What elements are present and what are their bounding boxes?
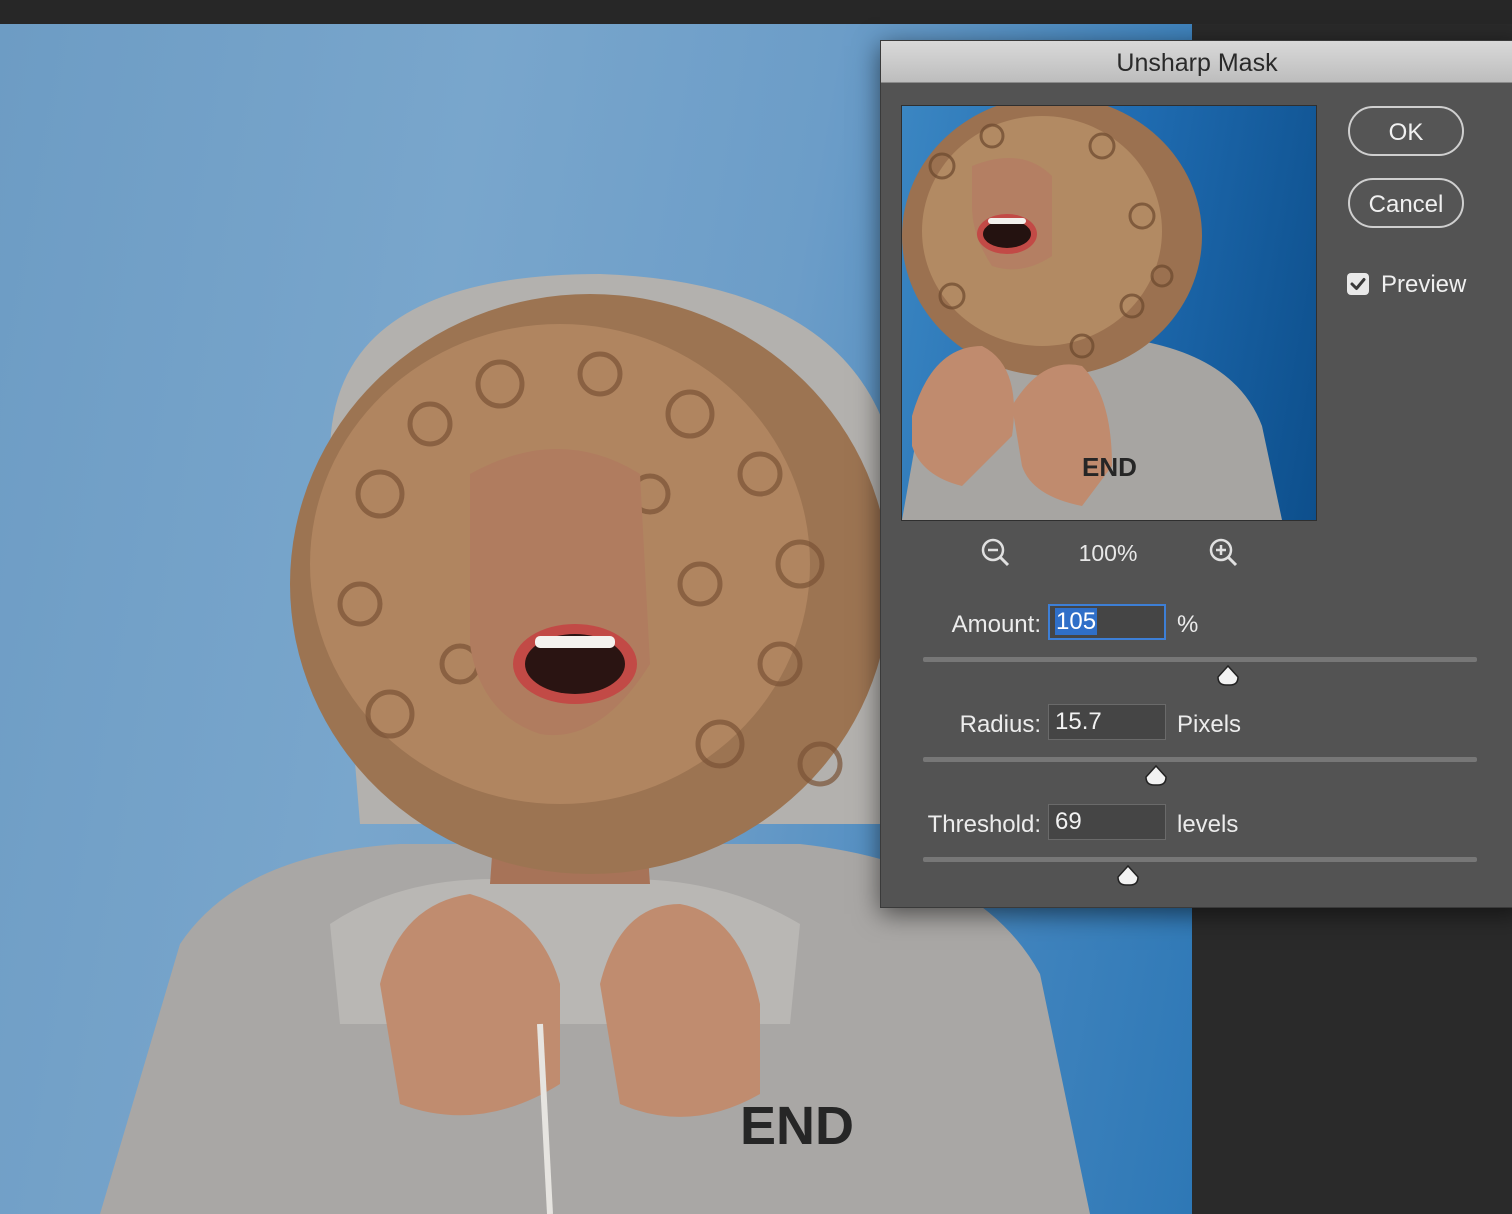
radius-label: Radius:	[959, 711, 1041, 738]
dialog-title: Unsharp Mask	[881, 41, 1512, 83]
amount-unit: %	[1177, 611, 1199, 638]
threshold-input[interactable]: 69	[1048, 804, 1166, 840]
threshold-label: Threshold:	[927, 811, 1041, 838]
amount-slider-track[interactable]	[923, 657, 1477, 662]
preview-illustration: END	[902, 106, 1282, 520]
hoodie-text: END	[740, 1096, 854, 1156]
unsharp-mask-dialog: Unsharp Mask END 100% OK Cancel Preview …	[880, 40, 1512, 908]
preview-checkbox[interactable]	[1347, 273, 1369, 295]
threshold-unit: levels	[1177, 811, 1239, 838]
radius-slider-thumb[interactable]	[1144, 764, 1168, 787]
preview-zoom-controls: 100%	[881, 534, 1341, 574]
threshold-slider-track[interactable]	[923, 857, 1477, 862]
amount-input[interactable]: 105	[1048, 604, 1166, 640]
zoom-in-icon[interactable]	[1205, 534, 1245, 574]
app-top-bar	[0, 0, 1512, 24]
zoom-out-icon[interactable]	[977, 534, 1017, 574]
radius-slider-track[interactable]	[923, 757, 1477, 762]
preview-hoodie-text: END	[1082, 452, 1137, 482]
checkmark-icon	[1350, 278, 1366, 290]
preview-label: Preview	[1381, 271, 1467, 298]
radius-unit: Pixels	[1177, 711, 1242, 738]
threshold-slider-thumb[interactable]	[1116, 864, 1140, 887]
zoom-level: 100%	[1078, 540, 1138, 566]
cancel-button[interactable]: Cancel	[1348, 178, 1464, 228]
amount-slider-thumb[interactable]	[1216, 664, 1240, 687]
amount-value: 105	[1055, 608, 1098, 635]
amount-label: Amount:	[951, 611, 1041, 638]
radius-input[interactable]: 15.7	[1048, 704, 1166, 740]
filter-preview[interactable]: END	[901, 105, 1317, 521]
ok-button[interactable]: OK	[1348, 106, 1464, 156]
